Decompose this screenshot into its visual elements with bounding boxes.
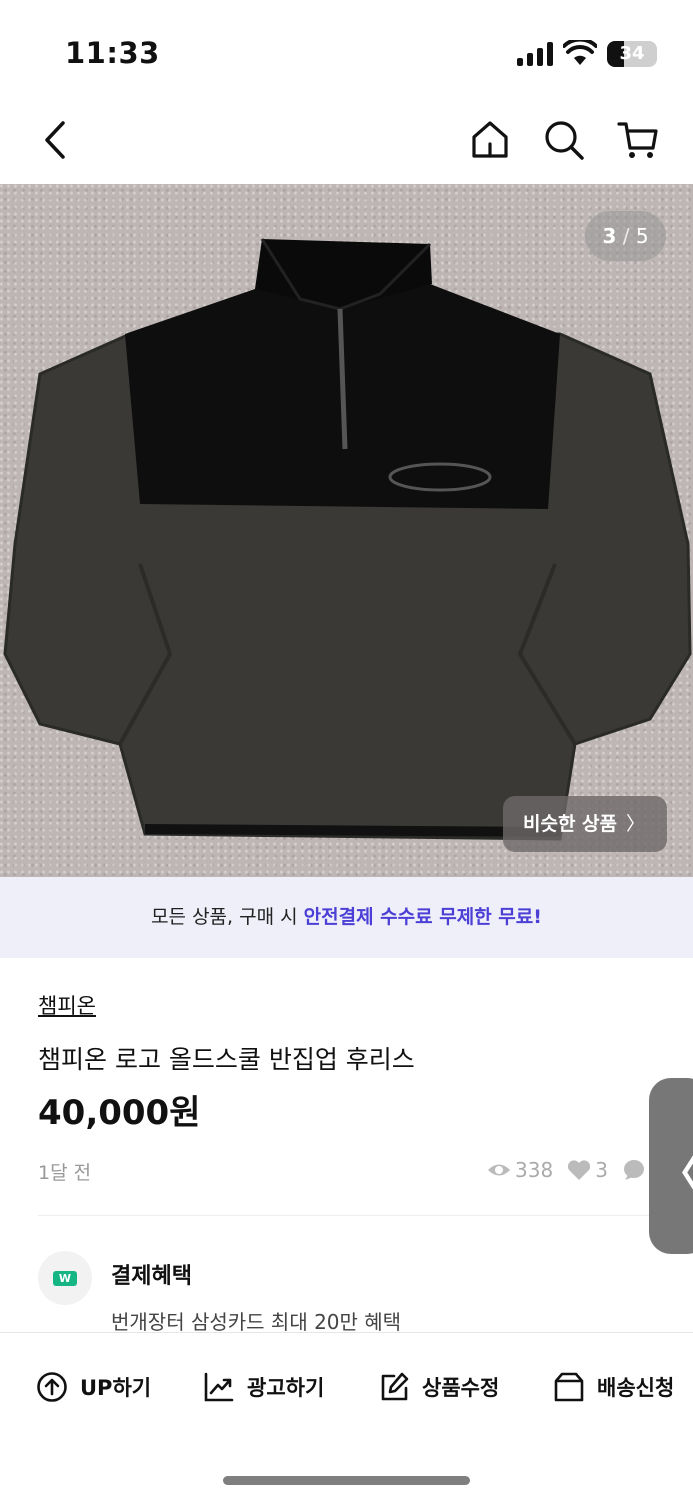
cart-icon[interactable] bbox=[616, 118, 660, 162]
product-price: 40,000원 bbox=[38, 1093, 201, 1133]
shipping-request-label: 배송신청 bbox=[597, 1376, 675, 1400]
benefit-title: 결제혜택 bbox=[111, 1264, 192, 1289]
back-icon[interactable] bbox=[35, 118, 79, 162]
trend-chart-icon bbox=[204, 1372, 234, 1402]
advertise-label: 광고하기 bbox=[247, 1376, 325, 1400]
advertise-button[interactable]: 광고하기 bbox=[203, 1371, 324, 1403]
edit-product-button[interactable]: 상품수정 bbox=[378, 1371, 499, 1403]
chevron-left-icon: 〈 bbox=[657, 1138, 693, 1202]
eye-icon bbox=[488, 1164, 510, 1176]
top-nav bbox=[0, 100, 693, 184]
promo-banner[interactable]: 모든 상품, 구매 시 안전결제 수수료 무제한 무료! bbox=[0, 877, 693, 958]
likes-stat: 3 bbox=[567, 1158, 608, 1182]
views-count: 338 bbox=[515, 1158, 554, 1182]
bottom-action-bar: UP하기 광고하기 상품수정 배송신청 bbox=[0, 1332, 693, 1500]
wifi-icon bbox=[563, 40, 597, 65]
heart-icon bbox=[568, 1160, 591, 1180]
status-bar: 11:33 34 bbox=[0, 0, 693, 100]
similar-products-label: 비슷한 상품 bbox=[523, 813, 618, 835]
posted-time: 1달 전 bbox=[38, 1162, 92, 1184]
status-time: 11:33 bbox=[65, 36, 160, 70]
benefit-description[interactable]: 번개장터 삼성카드 최대 20만 혜택 bbox=[111, 1306, 401, 1335]
side-panel-tab[interactable]: 〈 bbox=[649, 1078, 693, 1254]
battery-level: 34 bbox=[619, 43, 645, 64]
up-button[interactable]: UP하기 bbox=[36, 1371, 151, 1403]
payment-benefit-icon: W bbox=[38, 1251, 92, 1305]
likes-count: 3 bbox=[595, 1158, 608, 1182]
edit-product-label: 상품수정 bbox=[422, 1376, 500, 1400]
edit-icon bbox=[381, 1372, 409, 1401]
shop-name-link[interactable]: 챔피온 bbox=[38, 990, 96, 1020]
divider bbox=[38, 1215, 655, 1216]
similar-products-button[interactable]: 비슷한 상품 〉 bbox=[503, 796, 667, 852]
image-counter-total: 5 bbox=[635, 224, 649, 248]
box-icon bbox=[554, 1372, 584, 1402]
product-image[interactable]: 3 / 5 비슷한 상품 〉 bbox=[0, 184, 693, 877]
search-icon[interactable] bbox=[542, 118, 586, 162]
battery-icon: 34 bbox=[607, 41, 657, 67]
promo-prefix: 모든 상품, 구매 시 bbox=[151, 906, 304, 928]
image-counter: 3 / 5 bbox=[585, 211, 666, 261]
card-logo: W bbox=[53, 1271, 77, 1286]
arrow-up-circle-icon bbox=[37, 1372, 67, 1402]
views-stat: 338 bbox=[487, 1158, 553, 1182]
image-counter-separator: / bbox=[622, 224, 630, 248]
up-label: UP하기 bbox=[80, 1376, 152, 1400]
product-stats: 338 3 0 bbox=[487, 1156, 671, 1184]
home-indicator[interactable] bbox=[223, 1476, 470, 1485]
home-icon[interactable] bbox=[468, 118, 512, 162]
chat-bubble-icon bbox=[623, 1160, 644, 1180]
product-title: 챔피온 로고 올드스쿨 반집업 후리스 bbox=[38, 1045, 415, 1074]
image-counter-current: 3 bbox=[602, 224, 617, 248]
jacket-photo bbox=[3, 238, 692, 841]
signal-icon bbox=[517, 42, 553, 66]
chevron-right-icon: 〉 bbox=[625, 813, 645, 835]
promo-highlight: 안전결제 수수료 무제한 무료! bbox=[303, 906, 542, 928]
shipping-request-button[interactable]: 배송신청 bbox=[553, 1371, 674, 1403]
